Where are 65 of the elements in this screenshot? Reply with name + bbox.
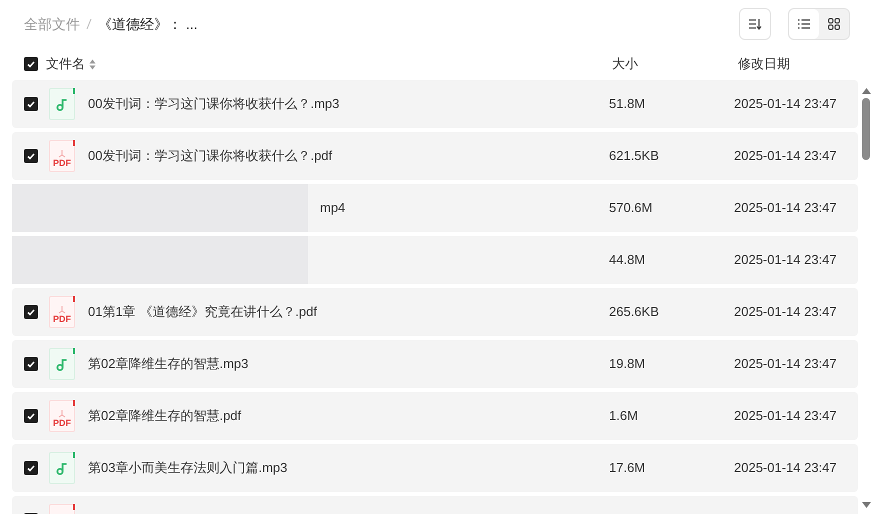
check-icon bbox=[27, 360, 35, 368]
file-row[interactable]: 第02章降维生存的智慧.mp3 19.8M 2025-01-14 23:47 bbox=[12, 340, 858, 388]
list-view-button[interactable] bbox=[789, 9, 819, 39]
pdf-file-icon: PDF bbox=[49, 296, 75, 328]
file-size: 51.8M bbox=[609, 95, 646, 114]
column-header: 大小 bbox=[612, 55, 639, 74]
checkbox[interactable] bbox=[24, 357, 38, 371]
modified-date: 2025-01-14 23:47 bbox=[734, 95, 837, 114]
music-file-icon bbox=[49, 348, 75, 380]
check-icon bbox=[27, 412, 35, 420]
file-name: 00发刊词：学习这门课你将收获什么？.pdf bbox=[88, 147, 332, 166]
checkbox[interactable] bbox=[24, 149, 38, 163]
breadcrumb-item[interactable]: 《道德经》： ... bbox=[98, 14, 198, 34]
file-name: mp4 bbox=[320, 199, 346, 218]
file-name: 第02章降维生存的智慧.mp3 bbox=[88, 355, 248, 374]
modified-date: 2025-01-14 23:47 bbox=[734, 355, 837, 374]
music-file-icon bbox=[49, 88, 75, 120]
sort-icon bbox=[748, 18, 762, 30]
modified-date: 2025-01-14 23:47 bbox=[734, 407, 837, 426]
modified-date: 2025-01-14 23:47 bbox=[734, 303, 837, 322]
pdf-file-icon: PDF bbox=[49, 400, 75, 432]
modified-date: 2025-01-14 23:47 bbox=[734, 459, 837, 478]
file-size: 19.8M bbox=[609, 355, 646, 374]
pdf-file-icon: PDF bbox=[49, 140, 75, 172]
scroll-up-arrow-icon[interactable] bbox=[862, 88, 870, 94]
file-name: 00发刊词：学习这门课你将收获什么？.mp3 bbox=[88, 95, 340, 114]
check-icon bbox=[27, 308, 35, 316]
file-row[interactable]: 00发刊词：学习这门课你将收获什么？.mp3 51.8M 2025-01-14 23:47 bbox=[12, 80, 858, 128]
file-size: 1.6M bbox=[609, 407, 639, 426]
modified-date: 2025-01-14 23:47 bbox=[734, 251, 837, 270]
file-row[interactable]: 第03章小而美生存法则入门篇.mp3 17.6M 2025-01-14 23:47 bbox=[12, 444, 858, 492]
check-icon bbox=[27, 464, 35, 472]
file-size: 621.5KB bbox=[609, 147, 660, 166]
checkbox[interactable] bbox=[24, 97, 38, 111]
sort-button[interactable] bbox=[739, 8, 771, 40]
modified-date: 2025-01-14 23:47 bbox=[734, 199, 837, 218]
music-file-icon bbox=[49, 452, 75, 484]
file-size: 265.6KB bbox=[609, 303, 660, 322]
file-row[interactable]: PDF 00发刊词：学习这门课你将收获什么？.pdf 621.5KB 2025-01-14 23:47 bbox=[12, 132, 858, 180]
checkbox[interactable] bbox=[24, 461, 38, 475]
file-row[interactable]: PDF 第02章降维生存的智慧.pdf 1.6M 2025-01-14 23:47 bbox=[12, 392, 858, 440]
file-name: 第03章小而美生存法则入门篇.mp3 bbox=[88, 459, 288, 478]
check-icon bbox=[27, 60, 35, 68]
checkbox[interactable] bbox=[24, 409, 38, 423]
modified-date: 2025-01-14 23:47 bbox=[734, 147, 837, 166]
column-header: 修改日期 bbox=[738, 55, 790, 74]
checkbox[interactable] bbox=[24, 305, 38, 319]
file-size: 17.6M bbox=[609, 459, 646, 478]
file-size: 44.8M bbox=[609, 251, 646, 270]
sort-arrows-icon[interactable] bbox=[89, 58, 96, 70]
file-row[interactable]: 44.8M 2025-01-14 23:47 bbox=[12, 236, 858, 284]
file-name: 第02章降维生存的智慧.pdf bbox=[88, 407, 242, 426]
file-size: 570.6M bbox=[609, 199, 654, 218]
check-icon bbox=[27, 100, 35, 108]
list-icon bbox=[798, 19, 810, 29]
scrollbar-thumb[interactable] bbox=[862, 98, 870, 160]
grid-icon bbox=[828, 18, 840, 30]
check-icon bbox=[27, 152, 35, 160]
file-row[interactable]: PDF 01第1章 《道德经》究竟在讲什么？.pdf 265.6KB 2025-01-14 23:47 bbox=[12, 288, 858, 336]
file-name: 01第1章 《道德经》究竟在讲什么？.pdf bbox=[88, 303, 317, 322]
separator-icon bbox=[86, 18, 92, 30]
scroll-down-arrow-icon[interactable] bbox=[862, 502, 870, 508]
column-header: 文件名 bbox=[46, 55, 85, 74]
file-row[interactable]: mp4 570.6M 2025-01-14 23:47 bbox=[12, 184, 858, 232]
checkbox[interactable] bbox=[24, 57, 38, 71]
